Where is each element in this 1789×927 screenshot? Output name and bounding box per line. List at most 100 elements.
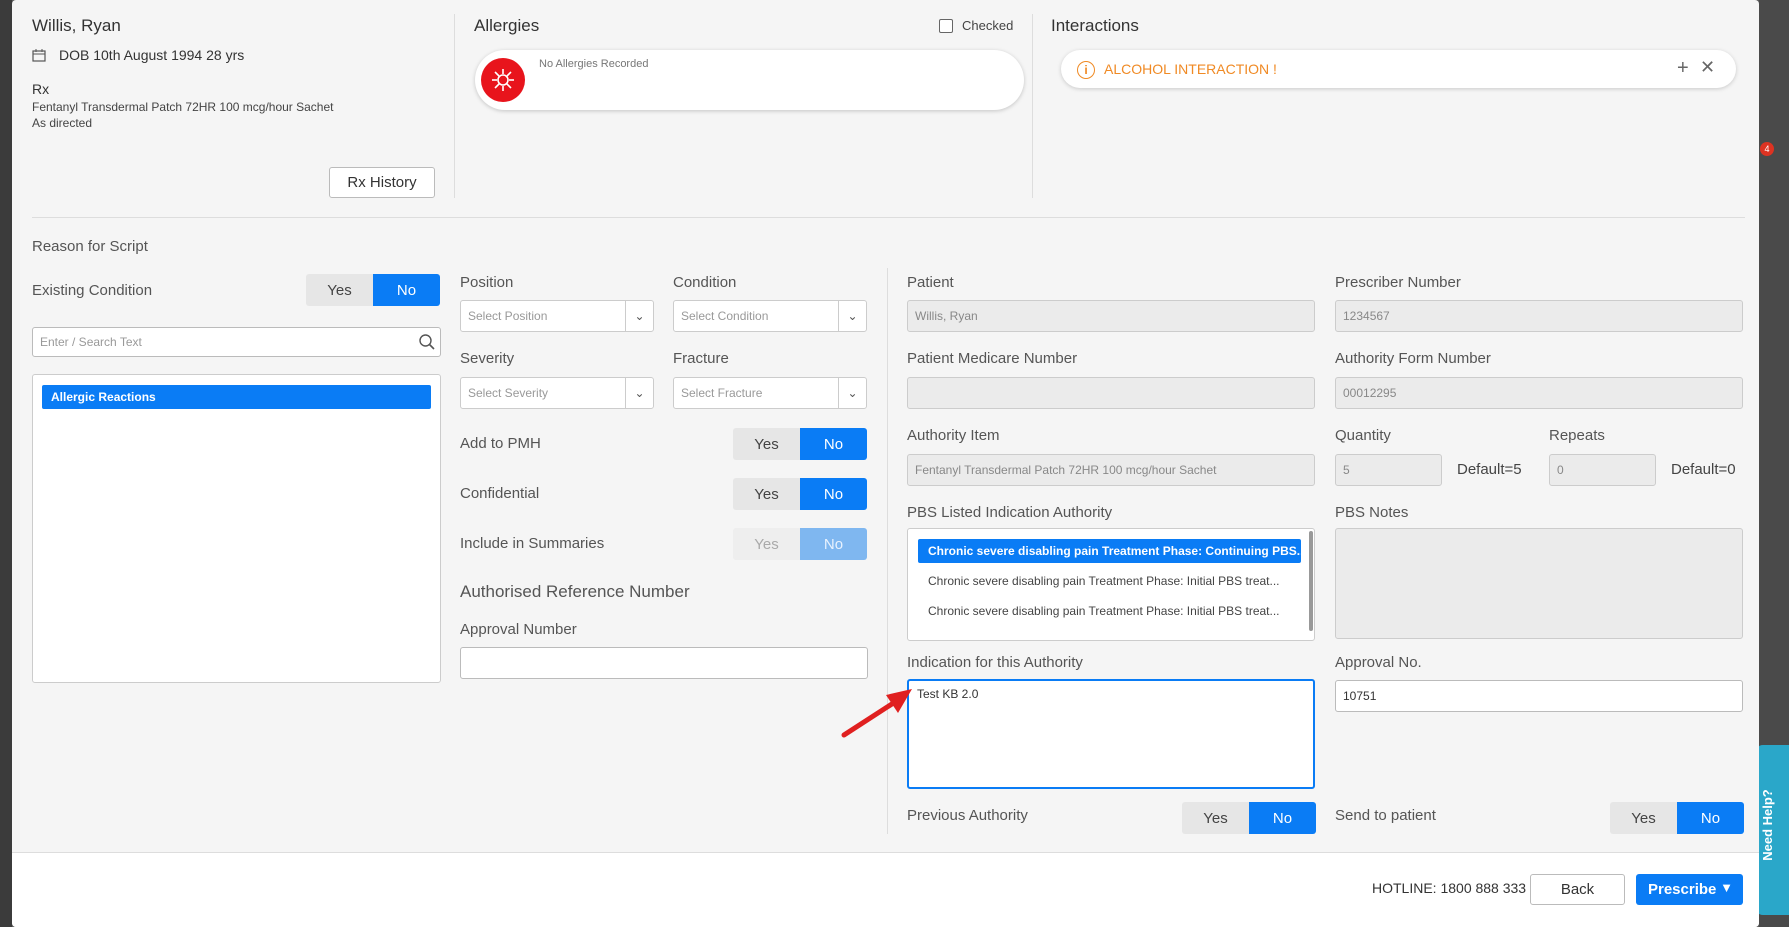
chevron-down-icon: ⌄ xyxy=(838,378,866,408)
allergies-title: Allergies xyxy=(474,16,540,35)
checked-label: Checked xyxy=(962,18,1014,33)
scrollbar[interactable] xyxy=(1309,531,1313,631)
prescribe-button[interactable]: Prescribe ▼ xyxy=(1636,874,1743,905)
chevron-down-icon: ⌄ xyxy=(625,378,653,408)
authority-item-field: Fentanyl Transdermal Patch 72HR 100 mcg/… xyxy=(907,454,1315,486)
confidential-toggle[interactable]: Yes No xyxy=(733,478,867,510)
divider xyxy=(454,14,455,198)
severity-placeholder: Select Severity xyxy=(468,386,549,400)
divider xyxy=(1032,14,1033,198)
rx-label: Rx xyxy=(32,81,50,97)
yes-option[interactable]: Yes xyxy=(1182,802,1249,834)
approval-no-label: Approval No. xyxy=(1335,654,1422,671)
approval-no-input[interactable]: 10751 xyxy=(1335,680,1743,712)
section-divider xyxy=(32,217,1745,218)
send-patient-toggle[interactable]: Yes No xyxy=(1610,802,1744,834)
add-pmh-label: Add to PMH xyxy=(460,435,541,452)
list-item[interactable]: Chronic severe disabling pain Treatment … xyxy=(918,539,1301,563)
list-item[interactable]: Chronic severe disabling pain Treatment … xyxy=(918,569,1301,593)
chevron-down-icon: ▼ xyxy=(1720,880,1733,895)
position-label: Position xyxy=(460,274,514,291)
condition-list xyxy=(32,374,441,683)
include-summaries-toggle: Yes No xyxy=(733,528,867,560)
no-option[interactable]: No xyxy=(800,478,867,510)
existing-condition-toggle[interactable]: Yes No xyxy=(306,274,440,306)
notification-badge[interactable]: 4 xyxy=(1760,142,1774,156)
repeats-label: Repeats xyxy=(1549,427,1605,444)
severity-select[interactable]: Select Severity ⌄ xyxy=(460,377,654,409)
pbs-notes-field xyxy=(1335,528,1743,639)
quantity-default: Default=5 xyxy=(1457,461,1522,478)
no-option[interactable]: No xyxy=(800,428,867,460)
backdrop-left xyxy=(0,0,12,927)
indication-label: Indication for this Authority xyxy=(907,654,1083,671)
pbs-indication-label: PBS Listed Indication Authority xyxy=(907,504,1113,521)
calendar-icon xyxy=(32,48,46,62)
condition-select[interactable]: Select Condition ⌄ xyxy=(673,300,867,332)
back-button[interactable]: Back xyxy=(1530,874,1625,905)
list-item[interactable]: Allergic Reactions xyxy=(42,385,431,409)
need-help-label[interactable]: Need Help? xyxy=(1760,765,1780,885)
chevron-down-icon: ⌄ xyxy=(838,301,866,331)
previous-authority-label: Previous Authority xyxy=(907,807,1028,824)
interaction-alert-text: ALCOHOL INTERACTION ! xyxy=(1104,61,1277,77)
existing-condition-label: Existing Condition xyxy=(32,282,153,299)
patient-dob: DOB 10th August 1994 28 yrs xyxy=(59,47,245,63)
fracture-select[interactable]: Select Fracture ⌄ xyxy=(673,377,867,409)
plus-icon[interactable]: + xyxy=(1677,57,1689,80)
quantity-field: 5 xyxy=(1335,454,1442,486)
allergy-virus-icon xyxy=(481,58,525,102)
close-icon[interactable]: ✕ xyxy=(1700,57,1715,78)
no-option[interactable]: No xyxy=(373,274,440,306)
yes-option[interactable]: Yes xyxy=(306,274,373,306)
indication-text: Test KB 2.0 xyxy=(917,687,979,701)
hotline-text: HOTLINE: 1800 888 333 xyxy=(1372,880,1527,896)
yes-option: Yes xyxy=(733,528,800,560)
previous-authority-toggle[interactable]: Yes No xyxy=(1182,802,1316,834)
fracture-label: Fracture xyxy=(673,350,729,367)
approval-number-input[interactable] xyxy=(460,647,868,679)
no-option[interactable]: No xyxy=(1249,802,1316,834)
no-option: No xyxy=(800,528,867,560)
yes-option[interactable]: Yes xyxy=(1610,802,1677,834)
rx-history-button[interactable]: Rx History xyxy=(329,167,435,198)
medicare-label: Patient Medicare Number xyxy=(907,350,1078,367)
repeats-default: Default=0 xyxy=(1671,461,1736,478)
no-allergies-text: No Allergies Recorded xyxy=(539,58,649,70)
indication-textarea[interactable]: Test KB 2.0 xyxy=(907,679,1315,789)
position-placeholder: Select Position xyxy=(468,309,548,323)
divider xyxy=(887,268,888,834)
add-pmh-toggle[interactable]: Yes No xyxy=(733,428,867,460)
prescribe-label: Prescribe xyxy=(1648,881,1717,898)
checked-checkbox[interactable] xyxy=(939,19,953,33)
medicare-field xyxy=(907,377,1315,409)
search-placeholder: Enter / Search Text xyxy=(40,335,142,349)
pbs-notes-label: PBS Notes xyxy=(1335,504,1409,521)
confidential-label: Confidential xyxy=(460,485,540,502)
search-input[interactable]: Enter / Search Text xyxy=(32,327,441,357)
rx-drug: Fentanyl Transdermal Patch 72HR 100 mcg/… xyxy=(32,100,334,114)
include-summaries-label: Include in Summaries xyxy=(460,535,605,552)
form-number-label: Authority Form Number xyxy=(1335,350,1491,367)
auth-ref-heading: Authorised Reference Number xyxy=(460,582,690,601)
quantity-label: Quantity xyxy=(1335,427,1391,444)
condition-label: Condition xyxy=(673,274,737,291)
yes-option[interactable]: Yes xyxy=(733,478,800,510)
list-item[interactable]: Chronic severe disabling pain Treatment … xyxy=(918,599,1301,623)
reason-title: Reason for Script xyxy=(32,238,148,255)
send-patient-label: Send to patient xyxy=(1335,807,1436,824)
search-icon[interactable] xyxy=(418,333,436,351)
yes-option[interactable]: Yes xyxy=(733,428,800,460)
severity-label: Severity xyxy=(460,350,515,367)
position-select[interactable]: Select Position ⌄ xyxy=(460,300,654,332)
fracture-placeholder: Select Fracture xyxy=(681,386,763,400)
repeats-field: 0 xyxy=(1549,454,1656,486)
condition-placeholder: Select Condition xyxy=(681,309,769,323)
approval-number-label: Approval Number xyxy=(460,621,577,638)
arrow-annotation xyxy=(838,683,924,741)
no-option[interactable]: No xyxy=(1677,802,1744,834)
prescriber-field: 1234567 xyxy=(1335,300,1743,332)
patient-field: Willis, Ryan xyxy=(907,300,1315,332)
authority-item-label: Authority Item xyxy=(907,427,1000,444)
prescriber-label: Prescriber Number xyxy=(1335,274,1461,291)
